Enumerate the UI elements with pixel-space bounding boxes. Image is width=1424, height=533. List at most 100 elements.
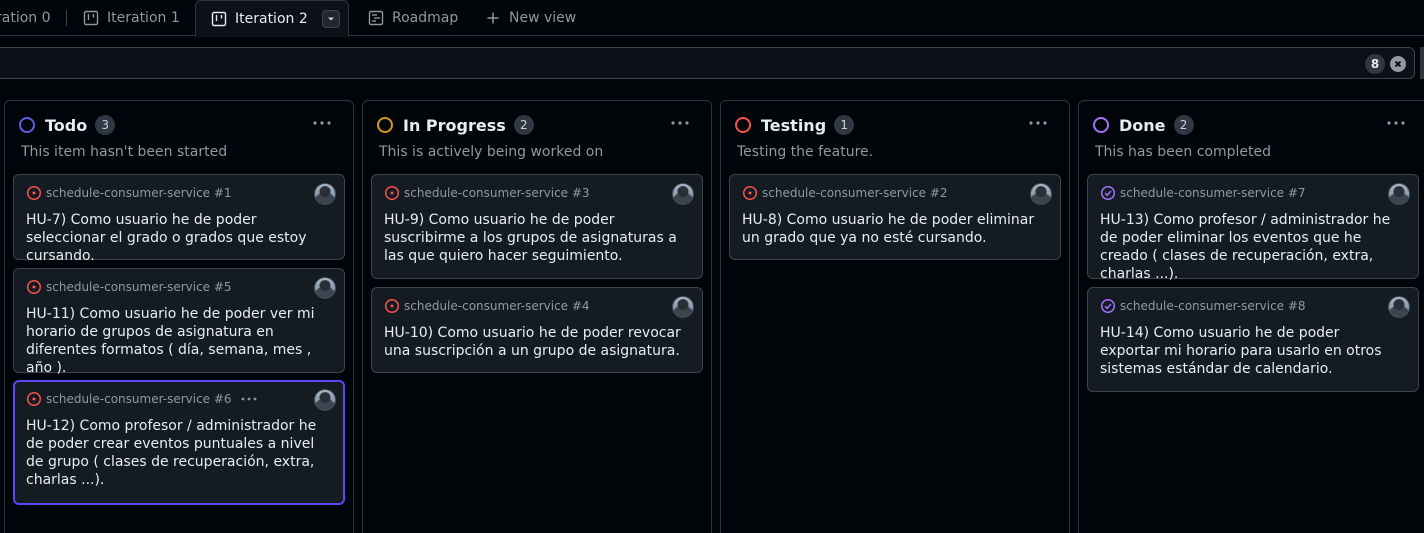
card-reference: schedule-consumer-service #6 <box>46 392 232 406</box>
tab-label: Roadmap <box>392 10 459 26</box>
avatar[interactable] <box>314 183 336 205</box>
card-item[interactable]: schedule-consumer-service #7 HU-13) Como… <box>1087 174 1419 282</box>
card-item[interactable]: schedule-consumer-service #5 HU-11) Como… <box>13 268 345 376</box>
column-description: This has been completed <box>1095 144 1271 160</box>
column-title: In Progress <box>403 115 506 135</box>
card-reference: schedule-consumer-service #8 <box>1120 299 1306 313</box>
avatar[interactable] <box>314 277 336 299</box>
card-reference: schedule-consumer-service #1 <box>46 186 232 200</box>
more-options-icon[interactable] <box>311 113 333 133</box>
tab-label: Iteration 2 <box>235 10 308 27</box>
card-item-selected[interactable]: schedule-consumer-service #6 HU-12) Como… <box>13 380 345 505</box>
avatar[interactable] <box>672 183 694 205</box>
card-item[interactable]: schedule-consumer-service #2 HU-8) Como … <box>729 174 1061 260</box>
tab-label: ration 0 <box>0 10 51 26</box>
column-description: Testing the feature. <box>737 144 874 160</box>
column-title: Done <box>1119 115 1166 135</box>
avatar[interactable] <box>1030 183 1052 205</box>
column-count: 1 <box>834 115 855 135</box>
card-reference: schedule-consumer-service #4 <box>404 299 590 313</box>
filter-actions-button[interactable] <box>1420 47 1424 79</box>
card-reference: schedule-consumer-service #3 <box>404 186 590 200</box>
chevron-down-icon <box>327 17 334 20</box>
column-done: Done 2 This has been completed schedule-… <box>1078 100 1424 533</box>
avatar[interactable] <box>1388 296 1410 318</box>
tab-label: New view <box>509 10 577 26</box>
issue-closed-icon <box>1100 298 1116 314</box>
card-header: schedule-consumer-service #5 <box>26 279 232 295</box>
column-header: Todo 3 <box>19 115 116 135</box>
column-count: 2 <box>513 115 534 135</box>
issue-open-icon <box>384 298 400 314</box>
avatar[interactable] <box>314 389 336 411</box>
card-item[interactable]: schedule-consumer-service #3 HU-9) Como … <box>371 174 703 279</box>
card-reference: schedule-consumer-service #7 <box>1120 186 1306 200</box>
filter-input[interactable] <box>0 47 1415 79</box>
new-view-button[interactable]: New view <box>485 0 576 36</box>
card-header: schedule-consumer-service #8 <box>1100 298 1306 314</box>
card-item[interactable]: schedule-consumer-service #8 HU-14) Como… <box>1087 287 1419 392</box>
issue-open-icon <box>384 185 400 201</box>
card-header: schedule-consumer-service #6 <box>26 391 258 407</box>
avatar[interactable] <box>1388 183 1410 205</box>
card-reference: schedule-consumer-service #5 <box>46 280 232 294</box>
avatar[interactable] <box>672 296 694 318</box>
column-in-progress: In Progress 2 This is actively being wor… <box>362 100 712 533</box>
column-description: This is actively being worked on <box>379 144 604 160</box>
status-circle-icon <box>19 117 35 133</box>
card-header: schedule-consumer-service #4 <box>384 298 590 314</box>
tab-iteration-1[interactable]: Iteration 1 <box>83 0 180 36</box>
tab-separator <box>66 10 67 26</box>
view-options-button[interactable] <box>321 9 340 28</box>
column-count: 3 <box>95 115 116 135</box>
board-icon <box>83 10 99 26</box>
card-title[interactable]: HU-8) Como usuario he de poder eliminar … <box>742 211 1044 247</box>
card-title[interactable]: HU-14) Como usuario he de poder exportar… <box>1100 324 1402 378</box>
card-header: schedule-consumer-service #7 <box>1100 185 1306 201</box>
column-title: Todo <box>45 115 88 135</box>
card-item[interactable]: schedule-consumer-service #1 HU-7) Como … <box>13 174 345 264</box>
column-header: Done 2 <box>1093 115 1194 135</box>
issue-open-icon <box>26 391 42 407</box>
column-title: Testing <box>761 115 827 135</box>
card-header: schedule-consumer-service #2 <box>742 185 948 201</box>
status-circle-icon <box>735 117 751 133</box>
more-options-icon[interactable] <box>1385 113 1407 133</box>
column-testing: Testing 1 Testing the feature. schedule-… <box>720 100 1070 533</box>
status-circle-icon <box>377 117 393 133</box>
roadmap-icon <box>368 10 384 26</box>
column-count: 2 <box>1173 115 1194 135</box>
column-description: This item hasn't been started <box>21 144 228 160</box>
column-header: Testing 1 <box>735 115 855 135</box>
card-item[interactable]: schedule-consumer-service #4 HU-10) Como… <box>371 287 703 373</box>
issue-open-icon <box>26 279 42 295</box>
clear-filter-button[interactable] <box>1390 56 1406 72</box>
view-tabs: ration 0 Iteration 1 Iteration 2 Roadmap… <box>0 0 1424 37</box>
tab-iteration-0[interactable]: ration 0 <box>0 0 51 36</box>
more-options-icon[interactable] <box>669 113 691 133</box>
card-header: schedule-consumer-service #3 <box>384 185 590 201</box>
plus-icon <box>487 12 499 24</box>
card-header: schedule-consumer-service #1 <box>26 185 232 201</box>
board-icon <box>211 11 227 26</box>
tab-roadmap[interactable]: Roadmap <box>368 0 458 36</box>
card-title[interactable]: HU-12) Como profesor / administrador he … <box>26 417 327 489</box>
card-title[interactable]: HU-10) Como usuario he de poder revocar … <box>384 324 686 360</box>
issue-open-icon <box>26 185 42 201</box>
issue-closed-icon <box>1100 185 1116 201</box>
card-more-icon[interactable] <box>240 394 258 404</box>
status-circle-icon <box>1093 117 1109 133</box>
card-title[interactable]: HU-11) Como usuario he de poder ver mi h… <box>26 305 328 377</box>
tab-label: Iteration 1 <box>107 10 180 26</box>
more-options-icon[interactable] <box>1027 113 1049 133</box>
card-title[interactable]: HU-7) Como usuario he de poder seleccion… <box>26 211 328 265</box>
card-title[interactable]: HU-9) Como usuario he de poder suscribir… <box>384 211 686 265</box>
column-header: In Progress 2 <box>377 115 534 135</box>
card-title[interactable]: HU-13) Como profesor / administrador he … <box>1100 211 1402 283</box>
issue-open-icon <box>742 185 758 201</box>
tab-iteration-2[interactable]: Iteration 2 <box>195 0 349 37</box>
column-todo: Todo 3 This item hasn't been started sch… <box>4 100 354 533</box>
close-icon <box>1394 60 1402 68</box>
card-reference: schedule-consumer-service #2 <box>762 186 948 200</box>
filter-result-count: 8 <box>1365 54 1385 74</box>
